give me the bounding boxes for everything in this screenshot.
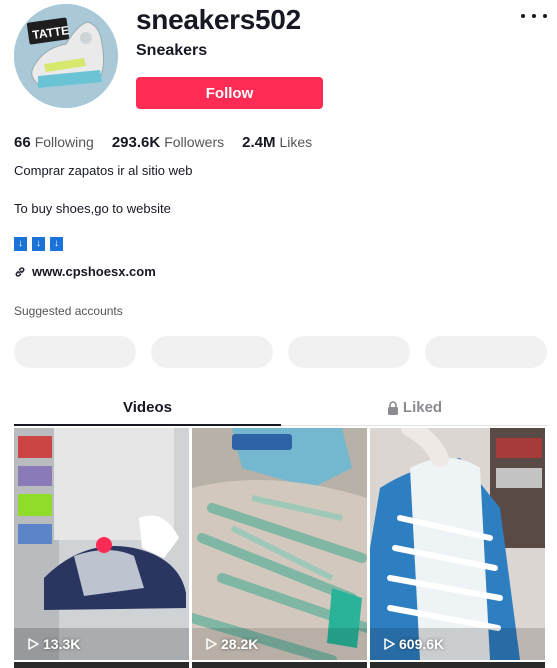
bio-link[interactable]: www.cpshoesx.com [14,264,156,279]
play-icon [384,638,395,650]
video-thumbnail-image [192,428,367,660]
video-thumbnail-image [14,428,189,660]
video-thumbnail-partial[interactable] [14,662,189,668]
profile-stats: 66 Following 293.6K Followers 2.4M Likes [14,134,312,151]
view-count-text: 28.2K [221,636,259,652]
video-thumbnail-partial[interactable] [370,662,545,668]
dot [532,14,536,18]
video-thumbnail-partial[interactable] [192,662,367,668]
likes-stat: 2.4M Likes [242,134,312,151]
followers-label: Followers [164,134,225,150]
nickname: Sneakers [136,42,208,59]
following-stat[interactable]: 66 Following [14,134,94,151]
view-count-text: 609.6K [399,636,445,652]
following-label: Following [34,134,94,150]
suggested-account-placeholder[interactable] [288,336,410,368]
likes-count: 2.4M [242,134,276,151]
down-arrow-icon: ↓ [32,237,45,251]
followers-count: 293.6K [111,134,161,151]
profile-tabs: Videos Liked [14,396,548,426]
followers-stat[interactable]: 293.6K Followers [112,134,224,151]
likes-label: Likes [279,134,313,150]
bio-line-2: To buy shoes,go to website [14,201,171,216]
video-thumbnail[interactable]: 609.6K [370,428,545,660]
suggested-accounts-label: Suggested accounts [14,304,123,318]
bio-line-1: Comprar zapatos ir al sitio web [14,163,193,178]
view-count: 609.6K [384,636,444,652]
view-count: 28.2K [206,636,258,652]
tab-liked[interactable]: Liked [281,396,548,425]
avatar[interactable]: TATTE [14,4,118,108]
video-thumbnail-image [370,428,545,660]
video-thumbnail[interactable]: 13.3K [14,428,189,660]
suggested-accounts-row [14,336,547,368]
avatar-image: TATTE [14,4,118,108]
video-thumbnail[interactable]: 28.2K [192,428,367,660]
video-grid: 13.3K 28.2K 609.6K [14,428,545,660]
down-arrow-icon: ↓ [50,237,63,251]
more-options-icon[interactable] [521,6,547,26]
play-icon [28,638,39,650]
view-count-text: 13.3K [43,636,81,652]
tab-liked-label: Liked [402,399,443,416]
bio-arrows: ↓ ↓ ↓ [14,237,63,251]
next-video-row [14,662,545,668]
play-icon [206,638,217,650]
dot [521,14,525,18]
bio-link-text: www.cpshoesx.com [32,264,156,279]
suggested-account-placeholder[interactable] [425,336,547,368]
view-count: 13.3K [28,636,80,652]
following-count: 66 [14,134,31,151]
down-arrow-icon: ↓ [14,237,27,251]
dot [543,14,547,18]
suggested-account-placeholder[interactable] [14,336,136,368]
tab-videos[interactable]: Videos [14,396,281,426]
username: sneakers502 [136,4,301,35]
follow-button[interactable]: Follow [136,77,323,109]
suggested-account-placeholder[interactable] [151,336,273,368]
lock-icon [387,401,398,415]
link-icon [15,266,25,277]
